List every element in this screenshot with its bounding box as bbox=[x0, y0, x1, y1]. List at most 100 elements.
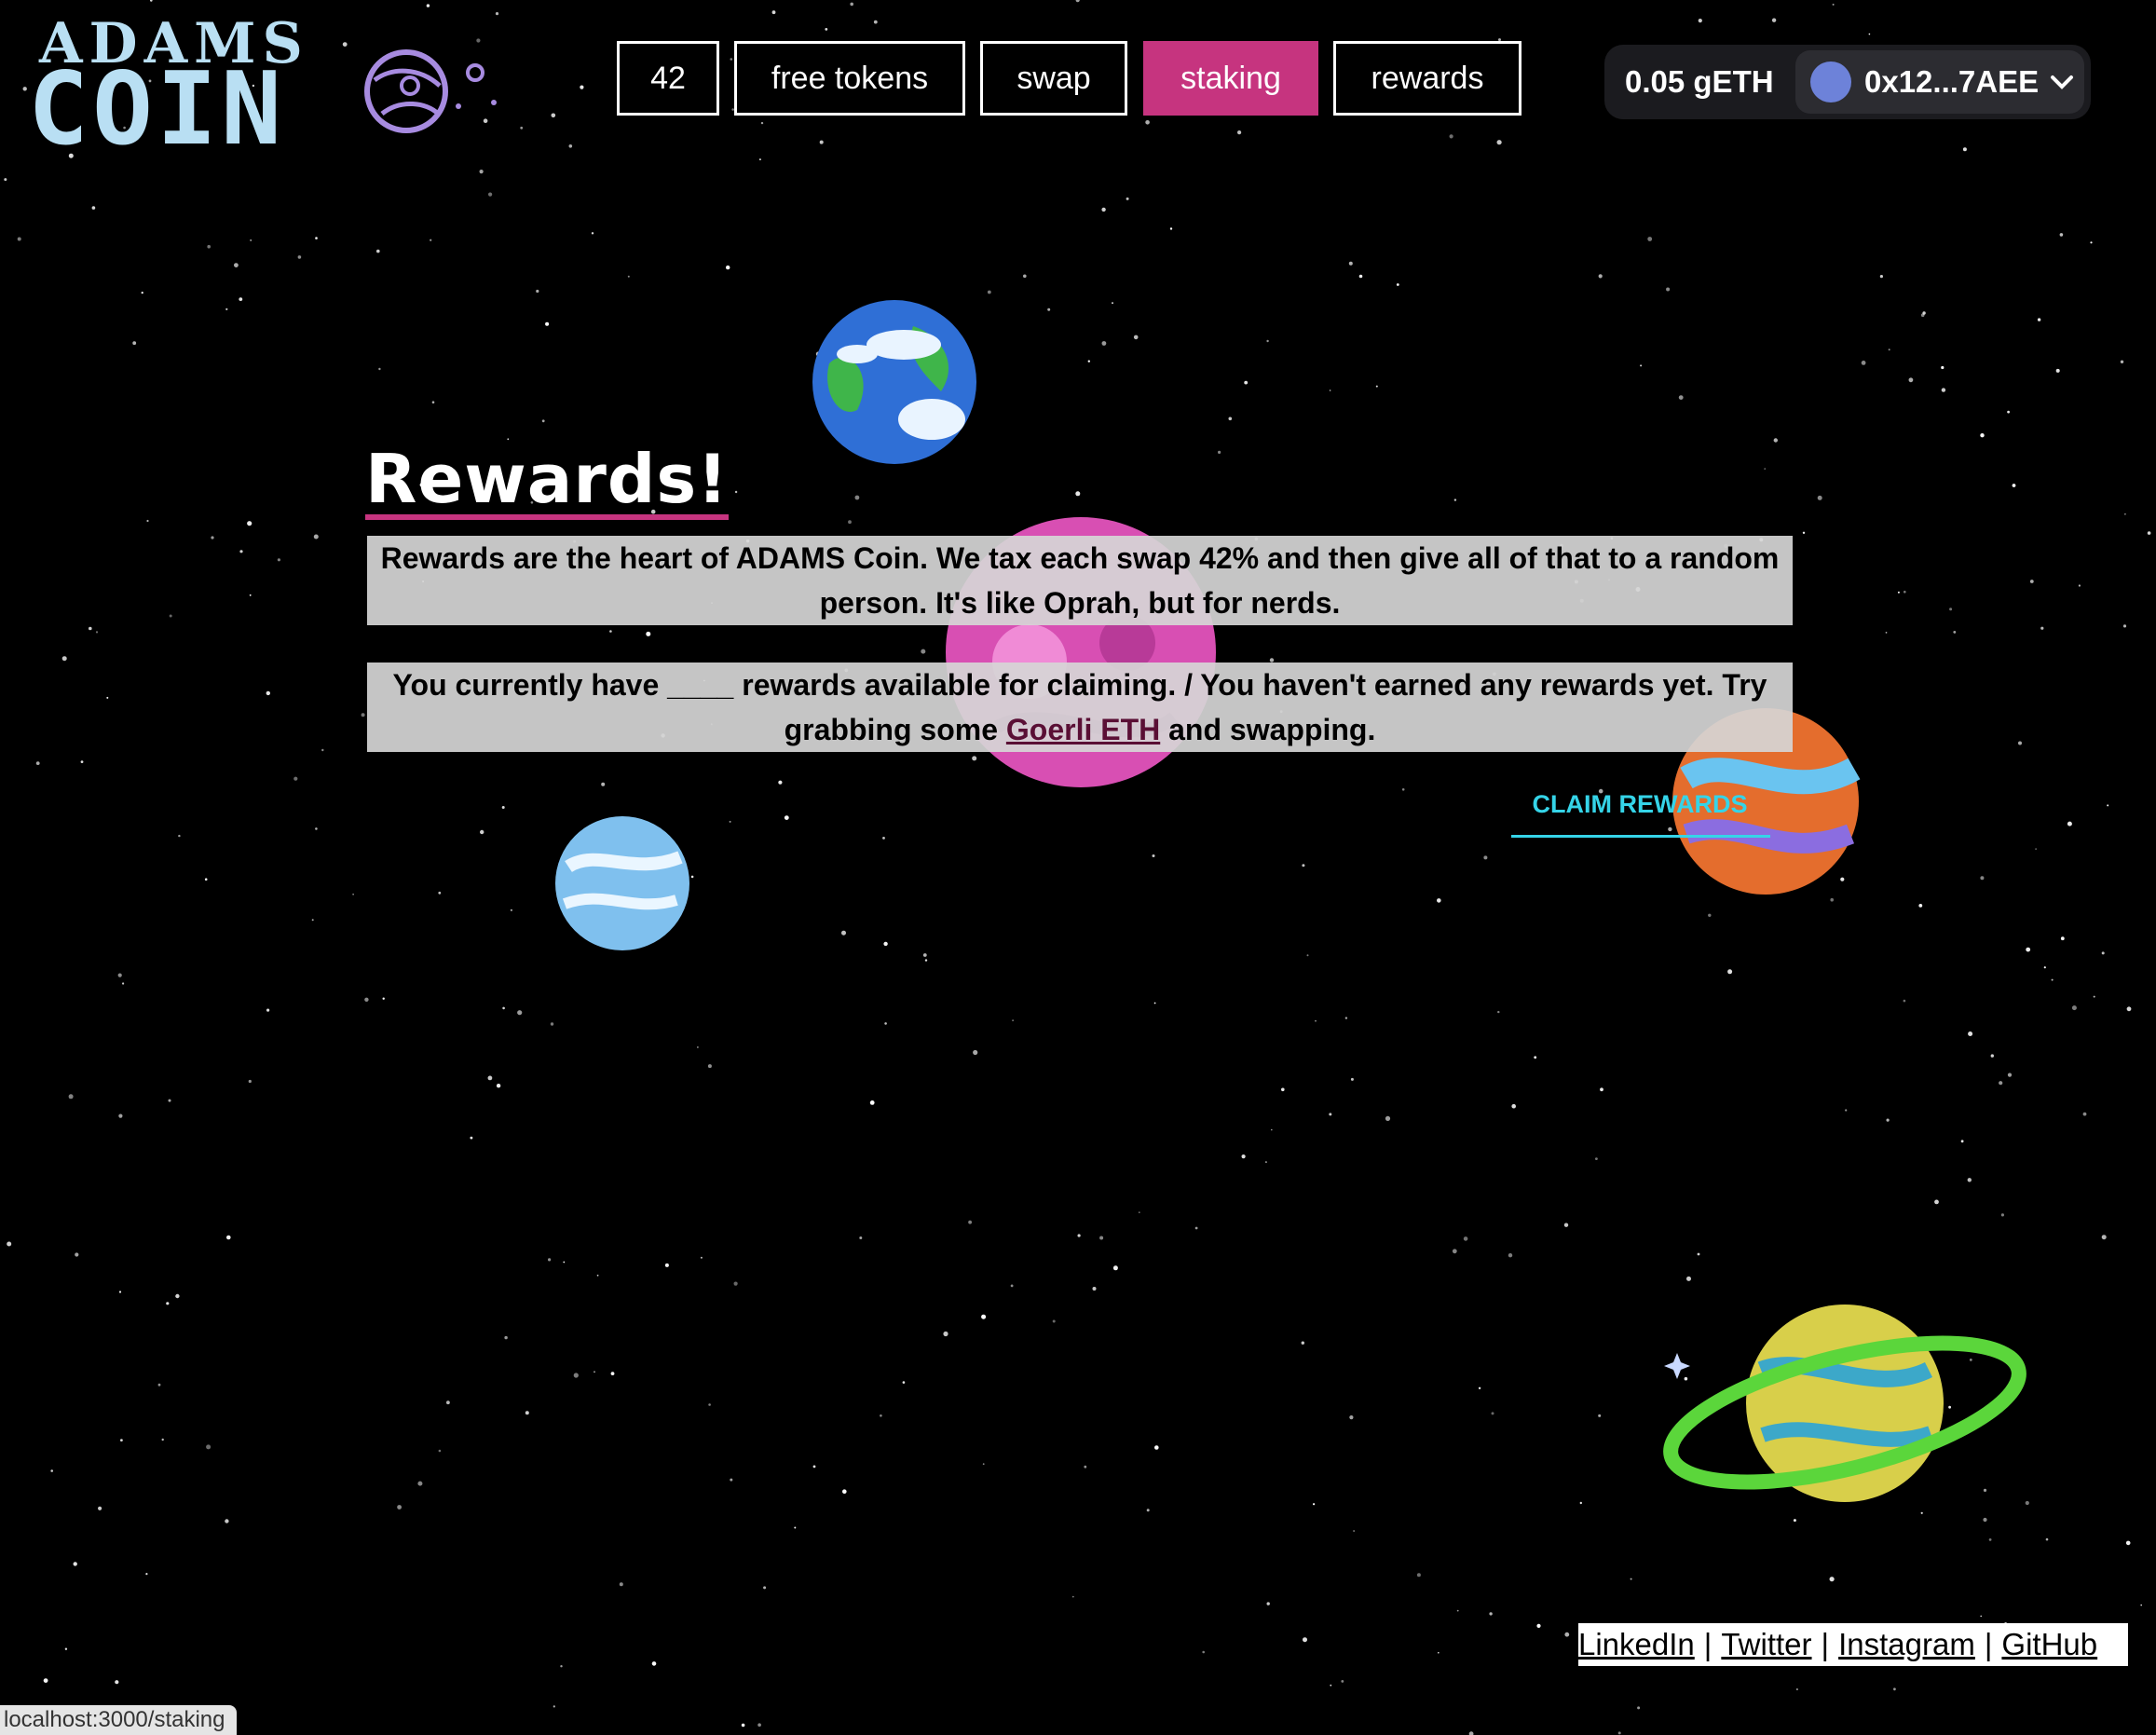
star bbox=[2037, 318, 2041, 321]
nav-swap[interactable]: swap bbox=[980, 41, 1127, 116]
star bbox=[1341, 1680, 1344, 1683]
star bbox=[550, 1022, 554, 1026]
star bbox=[1047, 307, 1051, 311]
star bbox=[1953, 631, 1957, 634]
star bbox=[487, 1075, 493, 1081]
star bbox=[1281, 1087, 1285, 1092]
star bbox=[496, 1084, 501, 1088]
star bbox=[2078, 584, 2081, 587]
star bbox=[61, 656, 67, 662]
star bbox=[1269, 658, 1275, 663]
instagram-link[interactable]: Instagram bbox=[1838, 1627, 1975, 1662]
star bbox=[548, 1258, 552, 1262]
avatar bbox=[1810, 61, 1851, 102]
star bbox=[35, 761, 40, 765]
star bbox=[1271, 1128, 1273, 1131]
star bbox=[763, 1586, 767, 1590]
star bbox=[982, 1463, 985, 1466]
star bbox=[266, 690, 270, 696]
star bbox=[438, 891, 442, 895]
goerli-eth-link[interactable]: Goerli ETH bbox=[1006, 713, 1160, 746]
star bbox=[1438, 1651, 1440, 1654]
star bbox=[819, 140, 824, 144]
star bbox=[95, 631, 99, 634]
star bbox=[1463, 1236, 1468, 1241]
star bbox=[1133, 335, 1139, 340]
star bbox=[1145, 120, 1150, 125]
star bbox=[277, 558, 280, 562]
footer-separator: | bbox=[1703, 1627, 1713, 1661]
star bbox=[760, 121, 764, 125]
linkedin-link[interactable]: LinkedIn bbox=[1578, 1627, 1695, 1662]
star bbox=[364, 997, 369, 1003]
star bbox=[378, 367, 381, 371]
star bbox=[1315, 1019, 1317, 1022]
star bbox=[1489, 1612, 1493, 1616]
claim-rewards-button[interactable]: CLAIM REWARDS bbox=[1509, 790, 1770, 837]
star bbox=[536, 289, 539, 294]
star bbox=[1999, 1081, 2003, 1086]
star bbox=[211, 536, 214, 540]
wallet-balance[interactable]: 0.05 gETH bbox=[1625, 45, 1774, 119]
nav-free-tokens[interactable]: free tokens bbox=[734, 41, 965, 116]
github-link[interactable]: GitHub bbox=[2001, 1627, 2097, 1662]
star bbox=[1600, 1087, 1603, 1092]
star bbox=[1087, 360, 1091, 362]
star bbox=[141, 292, 143, 294]
nav-counter-button[interactable]: 42 bbox=[617, 41, 719, 116]
star bbox=[1350, 1077, 1354, 1081]
star bbox=[352, 894, 354, 895]
star bbox=[175, 1293, 180, 1299]
star bbox=[1708, 913, 1712, 917]
star bbox=[1885, 632, 1888, 634]
star bbox=[1868, 33, 1871, 35]
star bbox=[1483, 855, 1488, 860]
star bbox=[75, 1252, 79, 1257]
star bbox=[1077, 1234, 1081, 1237]
twitter-link[interactable]: Twitter bbox=[1721, 1627, 1811, 1662]
nav-staking[interactable]: staking bbox=[1143, 41, 1318, 116]
account-button[interactable]: 0x12...7AEE bbox=[1795, 50, 2084, 114]
star bbox=[178, 834, 181, 838]
star bbox=[1112, 1265, 1118, 1271]
star bbox=[1126, 197, 1129, 200]
star bbox=[145, 1573, 148, 1576]
star bbox=[922, 953, 927, 957]
star bbox=[1071, 1595, 1074, 1598]
star bbox=[64, 1647, 68, 1650]
star bbox=[1138, 1211, 1140, 1214]
star bbox=[869, 1100, 875, 1105]
star bbox=[1496, 140, 1502, 145]
star bbox=[1922, 311, 1926, 315]
star bbox=[1169, 227, 1173, 230]
social-footer: LinkedIn | Twitter | Instagram | GitHub bbox=[1578, 1623, 2128, 1666]
star bbox=[560, 1665, 563, 1668]
star bbox=[1941, 388, 1946, 392]
star bbox=[1962, 147, 1967, 152]
star bbox=[1301, 1341, 1305, 1345]
star bbox=[2055, 368, 2060, 373]
star bbox=[924, 959, 928, 962]
star bbox=[730, 58, 733, 61]
star bbox=[1348, 261, 1353, 266]
star bbox=[1637, 1706, 1641, 1710]
star bbox=[426, 4, 430, 7]
star bbox=[741, 1723, 745, 1728]
star bbox=[226, 1235, 231, 1240]
star bbox=[2147, 531, 2151, 535]
star bbox=[646, 631, 651, 636]
star bbox=[1988, 1538, 1992, 1541]
star bbox=[1817, 495, 1822, 500]
adams-coin-logo[interactable]: ADAMS COIN bbox=[28, 11, 512, 160]
star bbox=[882, 837, 885, 840]
star bbox=[1353, 1530, 1355, 1532]
star bbox=[132, 341, 137, 346]
star bbox=[2124, 512, 2126, 515]
star bbox=[1099, 1236, 1104, 1240]
star bbox=[91, 206, 96, 210]
star bbox=[1511, 1103, 1516, 1109]
star bbox=[2082, 1112, 2087, 1116]
star bbox=[1630, 1578, 1632, 1580]
nav-rewards[interactable]: rewards bbox=[1333, 41, 1521, 116]
star bbox=[480, 829, 484, 835]
